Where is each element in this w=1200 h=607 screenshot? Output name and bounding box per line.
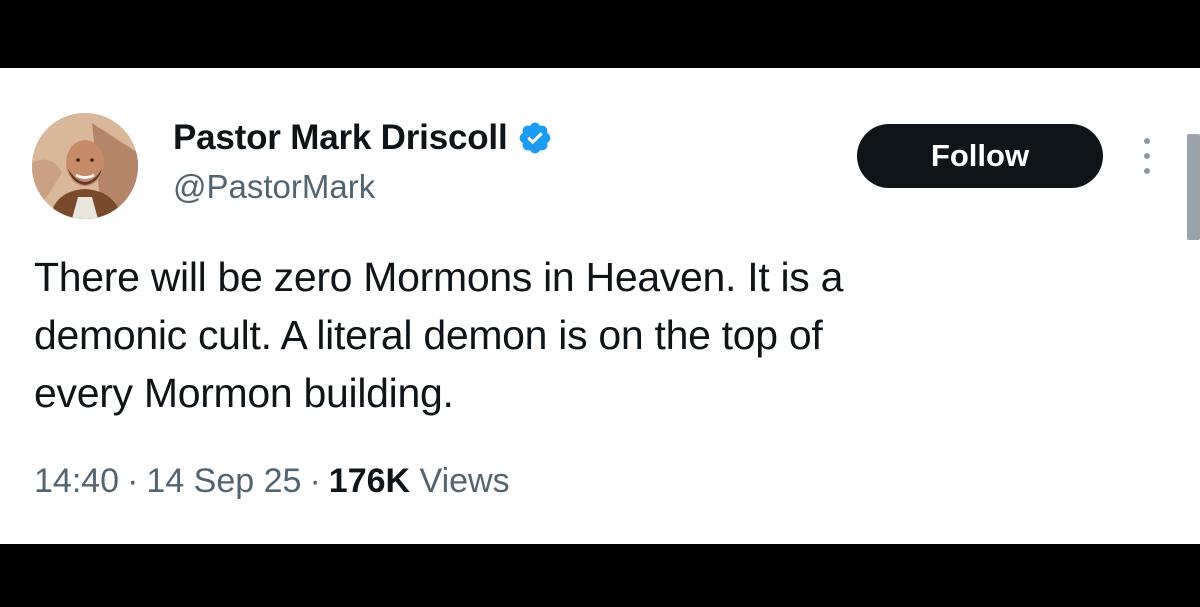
scrollbar[interactable] — [1187, 134, 1200, 240]
meta-separator: · — [127, 462, 139, 500]
more-dot-2 — [1144, 153, 1150, 159]
views-count: 176K — [328, 462, 411, 500]
author-name-row: Pastor Mark Driscoll — [173, 116, 553, 160]
tweet-meta: 14:40 · 14 Sep 25 · 176K Views — [34, 462, 510, 501]
views-label: Views — [419, 462, 510, 500]
avatar[interactable] — [32, 113, 138, 219]
tweet-time[interactable]: 14:40 — [34, 462, 119, 500]
follow-button[interactable]: Follow — [857, 124, 1103, 188]
meta-separator: · — [309, 462, 321, 500]
letterbox-bottom — [0, 544, 1200, 607]
tweet-date[interactable]: 14 Sep 25 — [146, 462, 301, 500]
tweet-card: Pastor Mark Driscoll @PastorMark Follow … — [0, 68, 1200, 544]
author-handle[interactable]: @PastorMark — [173, 168, 375, 206]
more-dot-3 — [1144, 168, 1150, 174]
tweet-text: There will be zero Mormons in Heaven. It… — [34, 254, 844, 416]
more-options-icon[interactable] — [1138, 138, 1156, 174]
more-dot-1 — [1144, 138, 1150, 144]
author-display-name[interactable]: Pastor Mark Driscoll — [173, 118, 508, 158]
letterbox-top — [0, 0, 1200, 68]
verified-badge-icon — [520, 122, 551, 154]
